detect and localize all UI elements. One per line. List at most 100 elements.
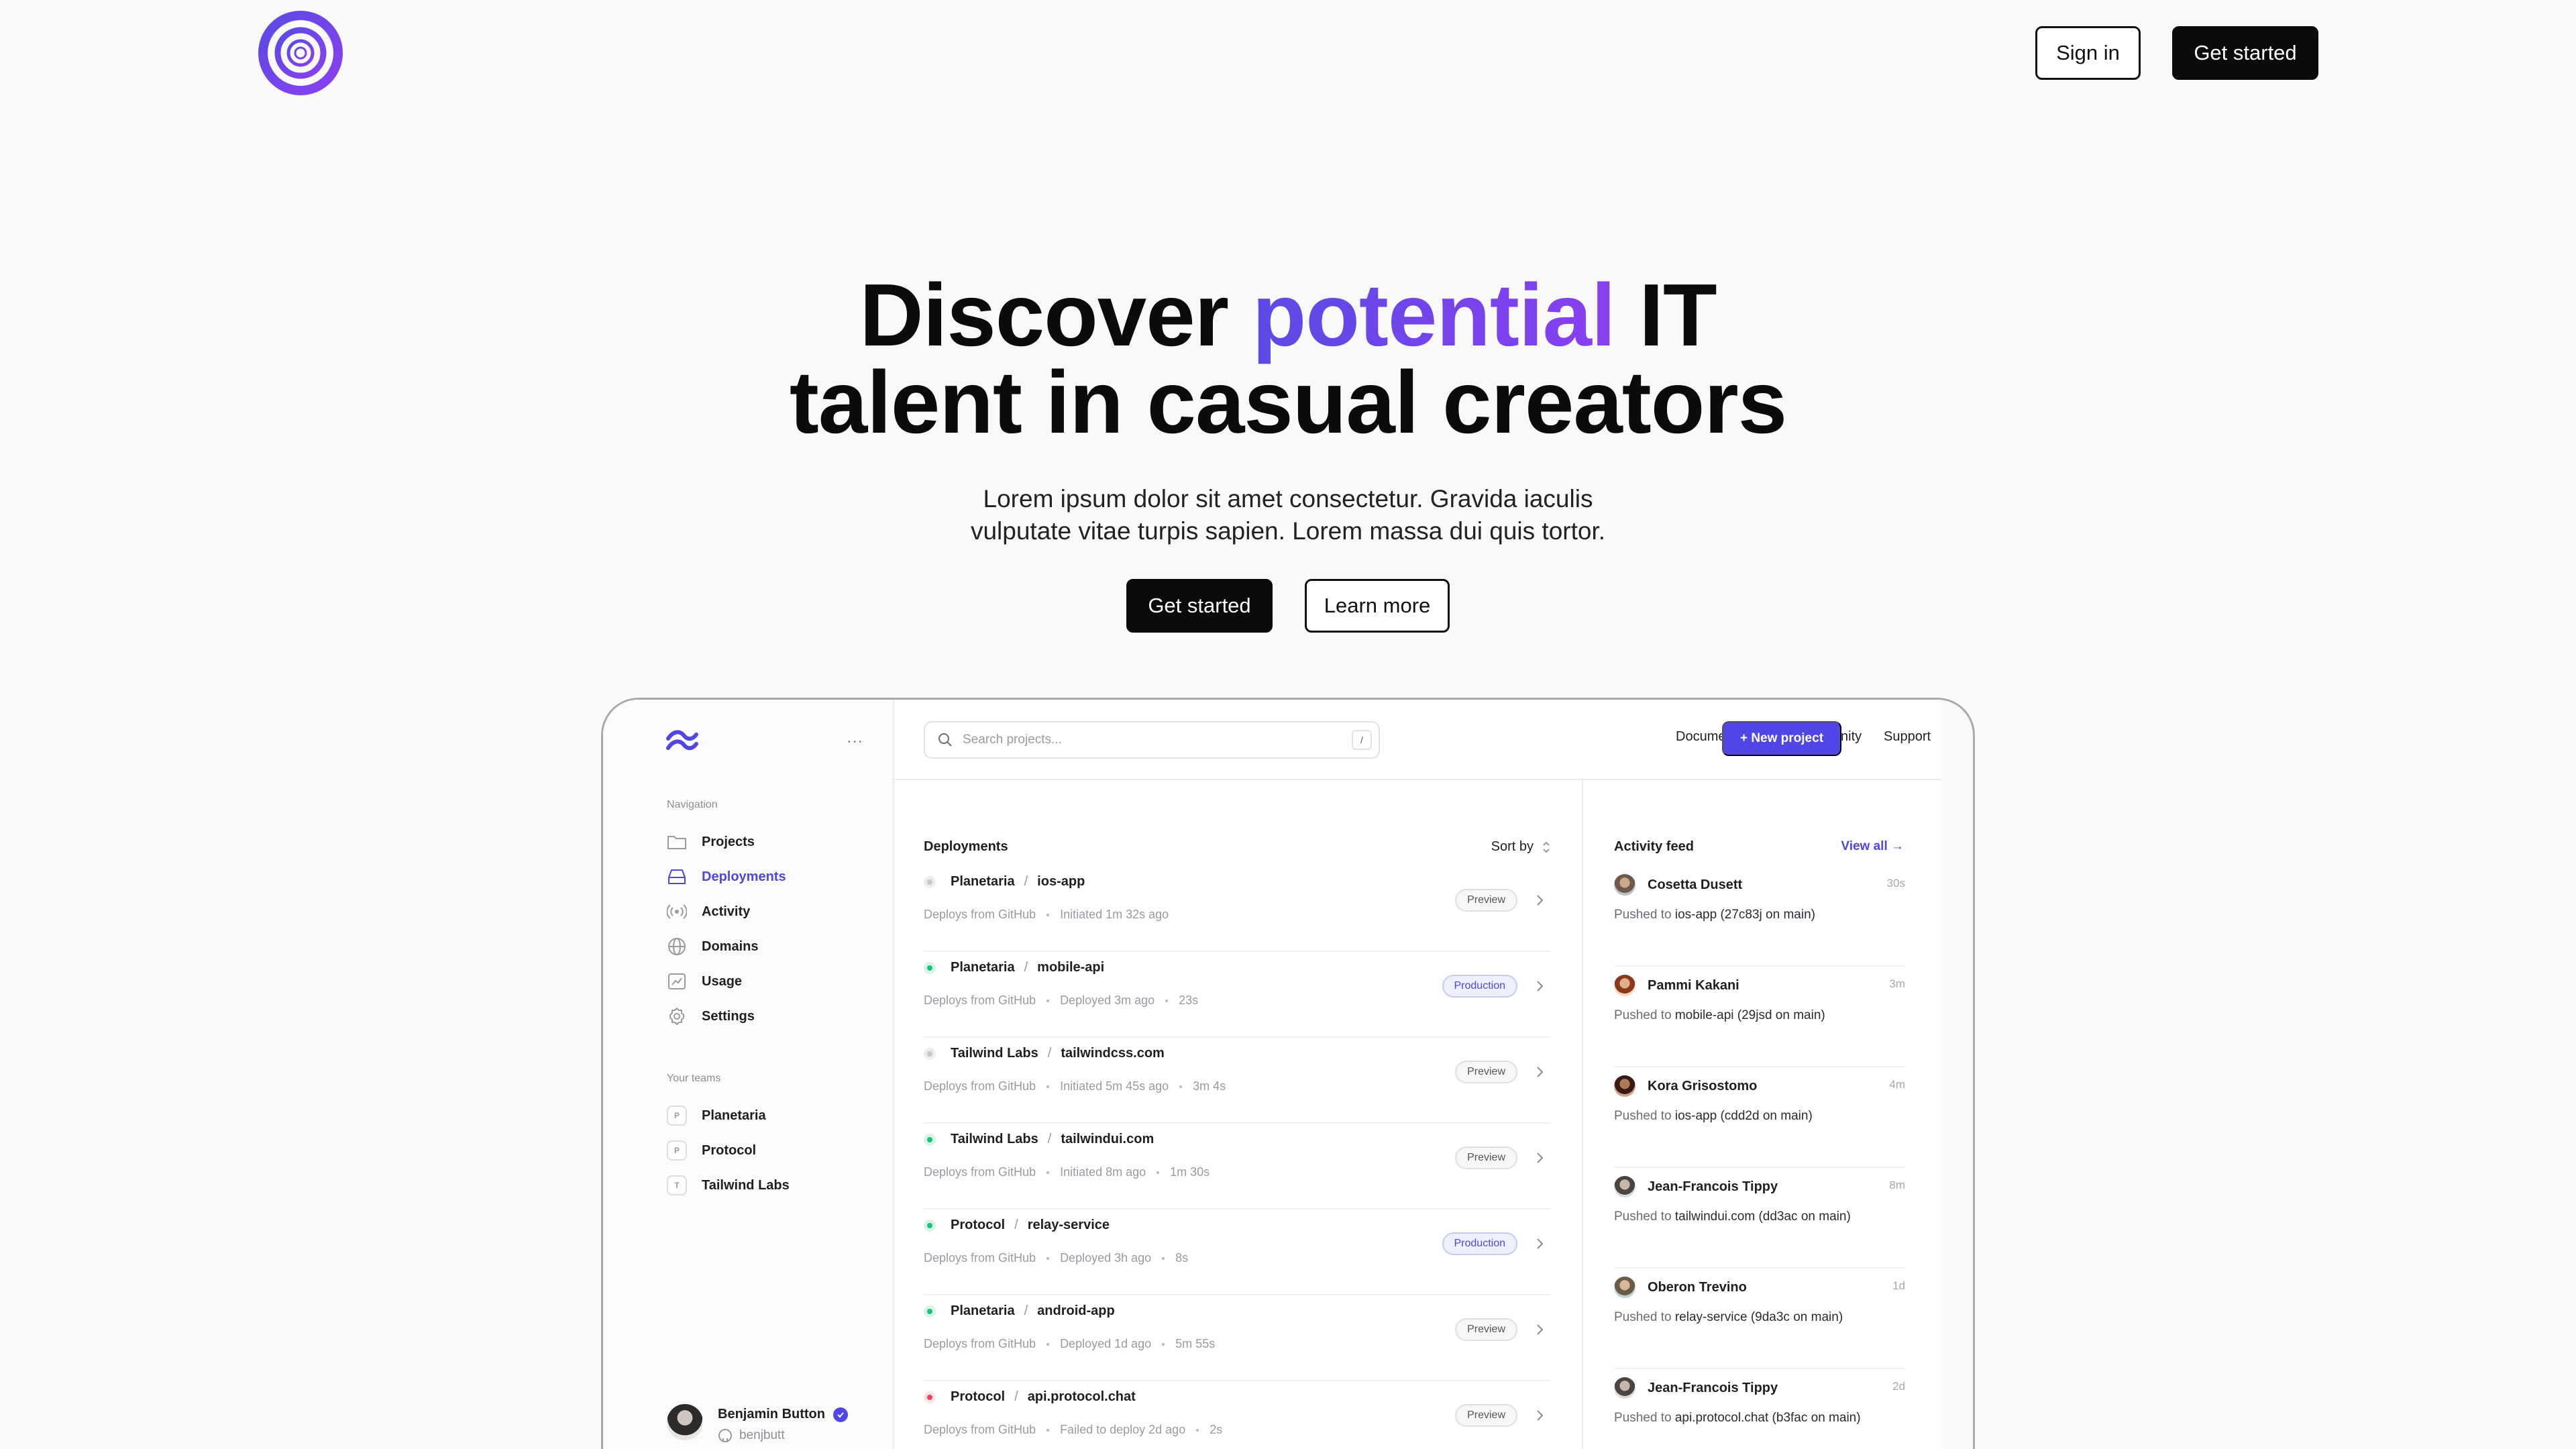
feed-author: Jean-Francois Tippy — [1614, 1176, 1778, 1197]
avatar — [1614, 1377, 1635, 1399]
feed-author-name: Kora Grisostomo — [1648, 1078, 1758, 1093]
deployment-source: Deploys from GitHub — [924, 1251, 1036, 1265]
feed-branch: main — [1793, 1008, 1821, 1022]
deployment-time: Initiated 1m 32s ago — [1060, 908, 1169, 921]
deployment-title: Protocol / relay-service — [924, 1218, 1110, 1233]
deployment-org: Planetaria — [951, 1303, 1015, 1318]
chevron-right-icon[interactable] — [1532, 1321, 1547, 1338]
tailwind-logo-icon[interactable] — [665, 727, 699, 753]
feed-suffix: ) — [1808, 1109, 1813, 1123]
brand-logo-icon[interactable] — [258, 10, 343, 96]
sidebar-item-usage[interactable]: Usage — [667, 968, 742, 995]
chart-icon — [667, 971, 687, 991]
deployment-source: Deploys from GitHub — [924, 1423, 1036, 1436]
sort-by-button[interactable]: Sort by — [1491, 839, 1551, 855]
sidebar-item-settings[interactable]: Settings — [667, 1003, 755, 1030]
meta-separator — [1046, 999, 1050, 1002]
team-item-tailwind-labs[interactable]: T Tailwind Labs — [667, 1172, 790, 1199]
chevron-right-icon[interactable] — [1532, 1149, 1547, 1167]
feed-author: Pammi Kakani — [1614, 975, 1739, 996]
table-row[interactable]: Protocol / relay-service Deploys from GitHu… — [924, 1210, 1551, 1295]
feed-suffix: ) — [1811, 908, 1815, 922]
list-item[interactable]: Jean-Francois Tippy 8m Pushed to tailwindu… — [1614, 1168, 1905, 1269]
list-item[interactable]: Cosetta Dusett 30s Pushed to ios-app (27c8… — [1614, 866, 1905, 967]
chevron-right-icon[interactable] — [1532, 892, 1547, 909]
feed-timestamp: 8m — [1889, 1179, 1905, 1191]
list-item[interactable]: Jean-Francois Tippy 2d Pushed to api.proto… — [1614, 1369, 1905, 1449]
meta-separator — [1046, 1256, 1050, 1260]
team-initial-badge: P — [667, 1140, 687, 1161]
deployment-org: Planetaria — [951, 874, 1015, 889]
hero-title: Discover potential IT talent in casual c… — [0, 271, 2576, 447]
get-started-header-button[interactable]: Get started — [2172, 26, 2318, 80]
avatar — [1614, 1176, 1635, 1197]
chevron-right-icon[interactable] — [1532, 1407, 1547, 1424]
table-row[interactable]: Protocol / api.protocol.chat Deploys from G… — [924, 1381, 1551, 1449]
feed-author: Cosetta Dusett — [1614, 874, 1742, 896]
feed-message: Pushed to ios-app (27c83j on main) — [1614, 908, 1815, 922]
sign-in-button[interactable]: Sign in — [2035, 26, 2141, 80]
feed-message: Pushed to tailwindui.com (dd3ac on main) — [1614, 1210, 1851, 1224]
environment-badge: Production — [1442, 975, 1517, 998]
deployment-duration: 23s — [1179, 994, 1199, 1007]
chevron-right-icon[interactable] — [1532, 1063, 1547, 1081]
search-input[interactable]: Search projects... — [963, 733, 1062, 747]
more-options-icon[interactable]: … — [846, 727, 864, 747]
avatar — [667, 1404, 703, 1440]
deployment-project: relay-service — [1027, 1218, 1110, 1232]
sidebar-item-label: Usage — [702, 973, 743, 989]
deployment-meta: Deploys from GitHub Deployed 3h ago 8s — [924, 1251, 1188, 1265]
table-row[interactable]: Planetaria / android-app Deploys from GitHu… — [924, 1295, 1551, 1381]
sort-by-label: Sort by — [1491, 839, 1534, 854]
sidebar-item-domains[interactable]: Domains — [667, 933, 758, 960]
app-window: … Navigation Projects Deployments Activi… — [603, 700, 1941, 1449]
status-indicator-icon — [924, 1391, 936, 1403]
team-item-protocol[interactable]: P Protocol — [667, 1137, 756, 1164]
hero-title-part1: Discover — [859, 266, 1252, 364]
sidebar-item-projects[interactable]: Projects — [667, 828, 755, 855]
chevron-right-icon[interactable] — [1532, 977, 1547, 995]
meta-separator — [1157, 1171, 1160, 1174]
deployment-project: android-app — [1037, 1303, 1115, 1318]
list-item[interactable]: Oberon Trevino 1d Pushed to relay-service … — [1614, 1269, 1905, 1369]
environment-badge: Preview — [1455, 889, 1517, 912]
feed-suffix: ) — [1821, 1008, 1825, 1022]
support-link[interactable]: Support — [1884, 729, 1931, 745]
feed-message: Pushed to relay-service (9da3c on main) — [1614, 1310, 1843, 1325]
gear-icon — [667, 1006, 687, 1026]
status-indicator-icon — [924, 1047, 936, 1060]
hero-subtitle-line2: vulputate vitae turpis sapien. Lorem mas… — [970, 517, 1606, 545]
feed-branch: main — [1811, 1310, 1839, 1324]
user-profile[interactable]: Benjamin Button benjbutt — [667, 1404, 881, 1449]
meta-separator — [1046, 1085, 1050, 1088]
path-separator: / — [1024, 1303, 1028, 1318]
feed-message: Pushed to api.protocol.chat (b3fac on ma… — [1614, 1411, 1861, 1426]
table-row[interactable]: Tailwind Labs / tailwindcss.com Deploys fro… — [924, 1038, 1551, 1124]
list-item[interactable]: Kora Grisostomo 4m Pushed to ios-app (cdd2… — [1614, 1067, 1905, 1168]
sidebar-item-deployments[interactable]: Deployments — [667, 863, 786, 890]
status-indicator-icon — [924, 875, 936, 888]
team-item-planetaria[interactable]: P Planetaria — [667, 1102, 766, 1129]
table-row[interactable]: Planetaria / mobile-api Deploys from GitHub… — [924, 952, 1551, 1038]
sidebar-item-activity[interactable]: Activity — [667, 898, 750, 925]
table-row[interactable]: Tailwind Labs / tailwindui.com Deploys from… — [924, 1124, 1551, 1210]
new-project-button[interactable]: + New project — [1722, 721, 1841, 756]
navigation-heading: Navigation — [667, 799, 718, 810]
feed-repo: relay-service — [1674, 1310, 1748, 1324]
search-box[interactable]: Search projects... / — [924, 721, 1380, 759]
deployment-time: Initiated 5m 45s ago — [1060, 1079, 1169, 1093]
status-indicator-icon — [924, 1219, 936, 1232]
feed-branch: main — [1780, 1109, 1809, 1123]
signal-icon — [667, 902, 687, 922]
learn-more-button[interactable]: Learn more — [1305, 579, 1450, 633]
get-started-hero-button[interactable]: Get started — [1126, 579, 1273, 633]
path-separator: / — [1024, 874, 1028, 889]
deployment-org: Tailwind Labs — [951, 1132, 1038, 1146]
chevron-right-icon[interactable] — [1532, 1235, 1547, 1252]
feed-prefix: Pushed to — [1614, 1109, 1675, 1123]
table-row[interactable]: Planetaria / ios-app Deploys from GitHub Ini… — [924, 866, 1551, 952]
list-item[interactable]: Pammi Kakani 3m Pushed to mobile-api (29js… — [1614, 967, 1905, 1067]
path-separator: / — [1014, 1218, 1018, 1232]
search-icon — [937, 732, 953, 748]
view-all-link[interactable]: View all → — [1841, 839, 1904, 854]
